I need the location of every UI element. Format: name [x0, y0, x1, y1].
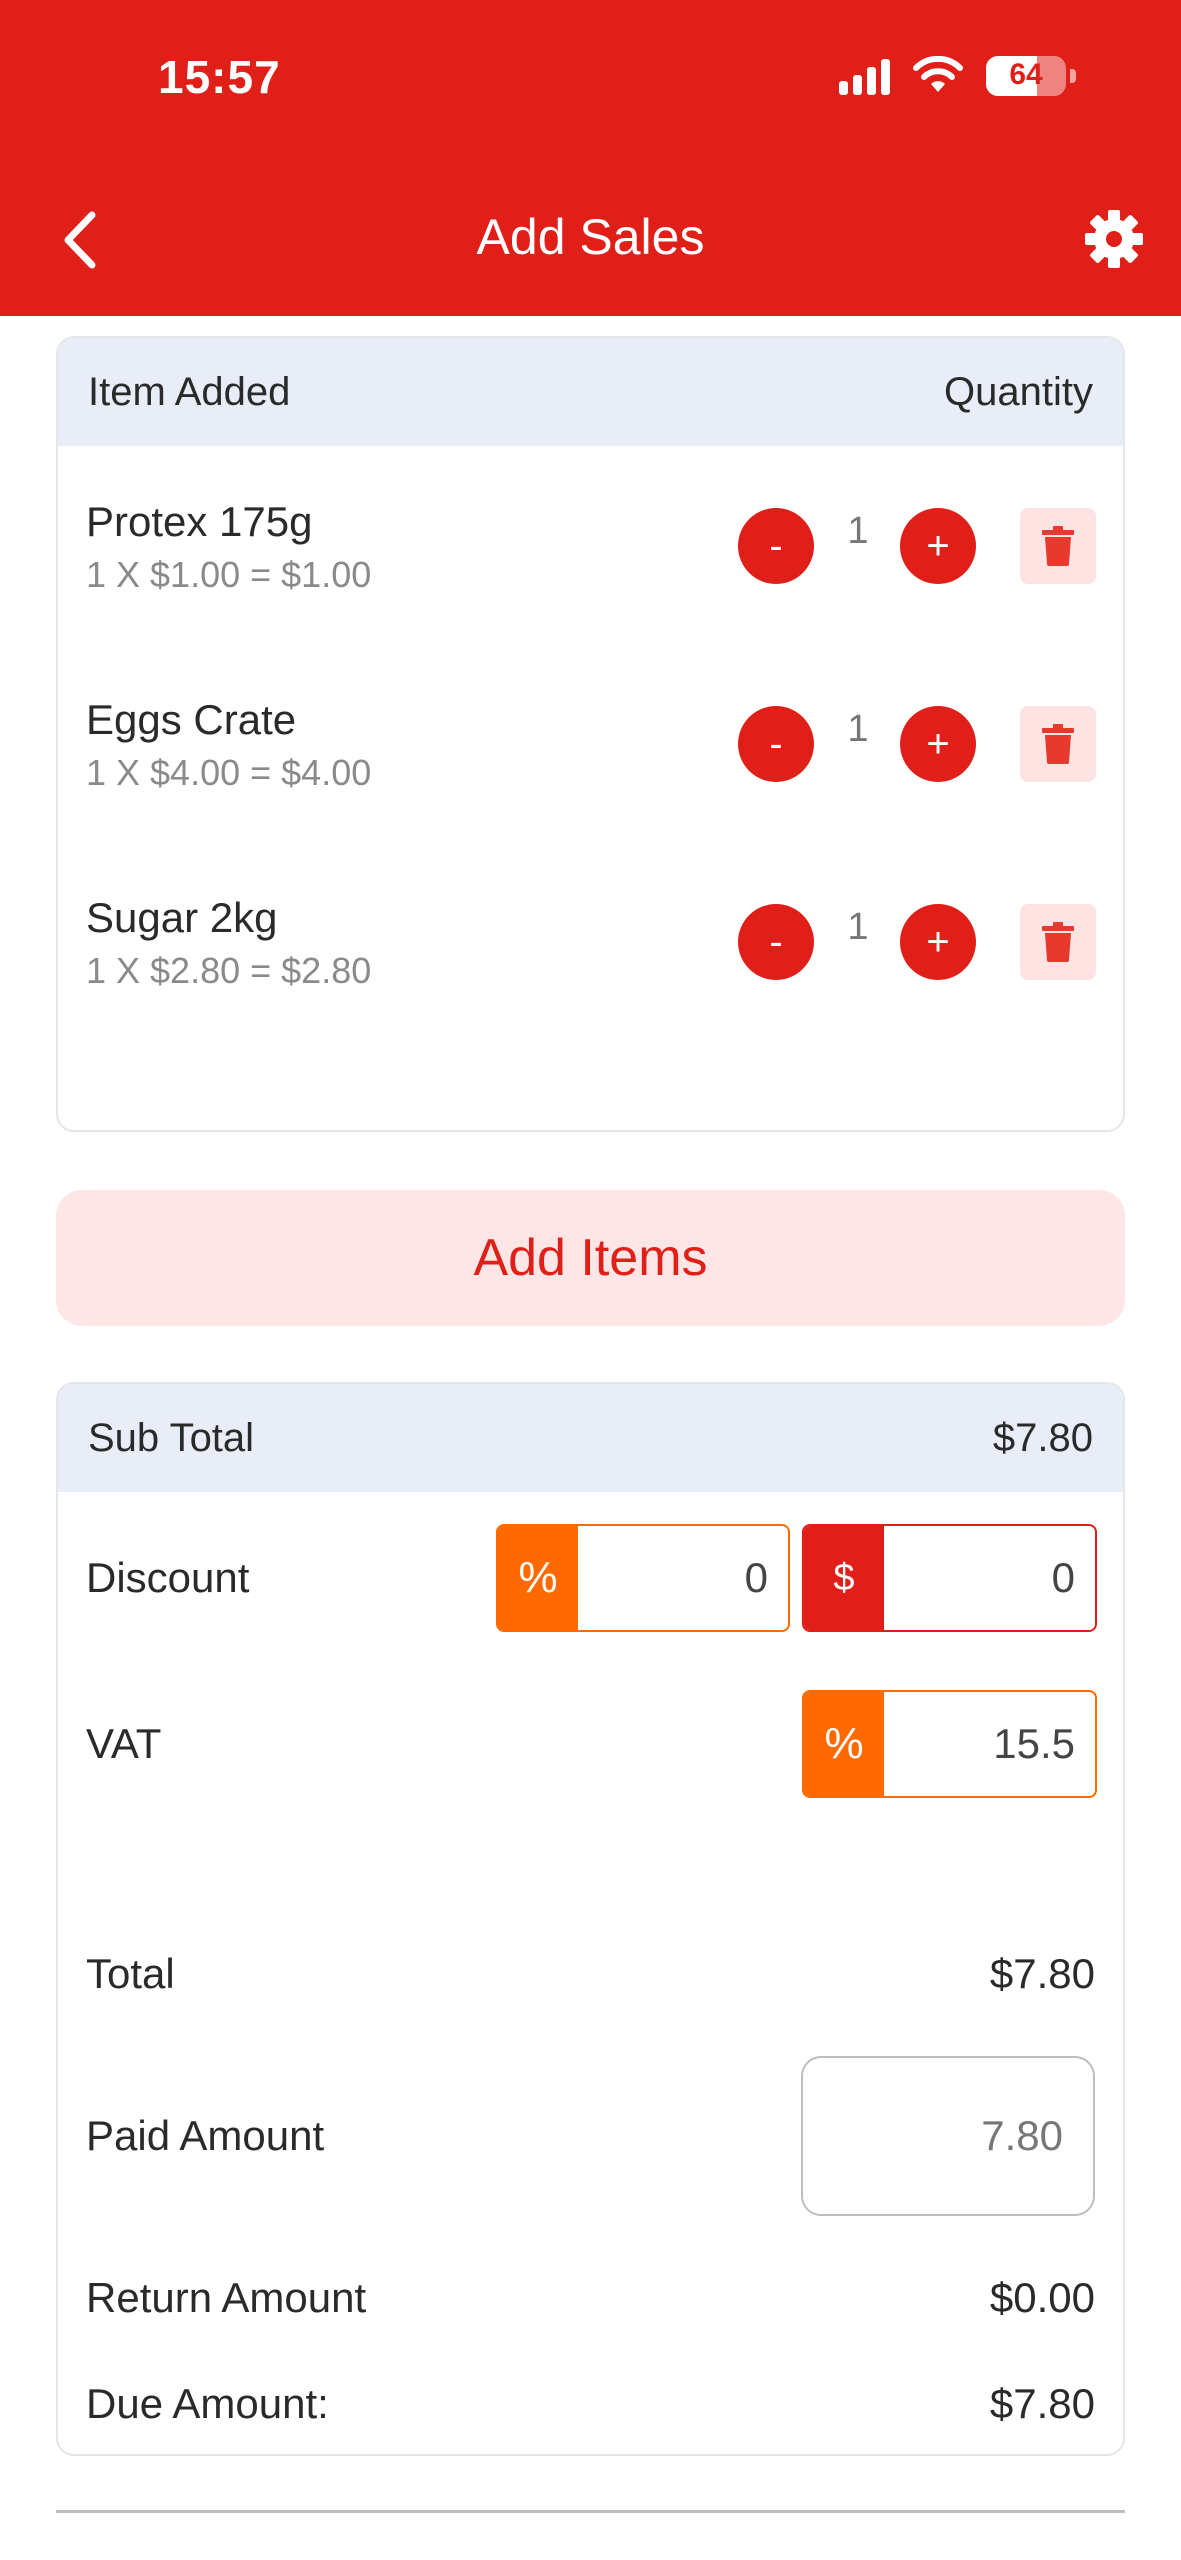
- return-value: $0.00: [989, 2274, 1095, 2321]
- delete-item-button[interactable]: [1020, 508, 1096, 584]
- item-name: Sugar 2kg: [86, 894, 278, 941]
- page-title: Add Sales: [476, 209, 705, 265]
- battery-level: 64: [1009, 58, 1043, 91]
- subtotal-value: $7.80: [992, 1415, 1093, 1460]
- list-item: Eggs Crate 1 X $4.00 = $4.00 - 1 +: [58, 686, 1123, 806]
- total-row: Total $7.80: [86, 1944, 1095, 2004]
- trash-icon: [1042, 922, 1074, 962]
- discount-amount-field[interactable]: $ 0: [802, 1524, 1097, 1632]
- due-label: Due Amount:: [86, 2380, 329, 2427]
- add-items-button[interactable]: Add Items: [56, 1190, 1125, 1326]
- due-value: $7.80: [989, 2380, 1095, 2427]
- item-price-calc: 1 X $4.00 = $4.00: [86, 752, 372, 793]
- increase-qty-button[interactable]: +: [900, 508, 976, 584]
- header-item-added: Item Added: [88, 369, 291, 414]
- total-label: Total: [86, 1950, 175, 1997]
- increase-qty-button[interactable]: +: [900, 706, 976, 782]
- wifi-icon: [913, 56, 963, 92]
- return-label: Return Amount: [86, 2274, 367, 2321]
- total-value: $7.80: [989, 1950, 1095, 1997]
- status-icons: 64: [839, 56, 1076, 96]
- percent-prefix: %: [804, 1692, 884, 1796]
- paid-label: Paid Amount: [86, 2112, 325, 2159]
- subtotal-row: Sub Total $7.80: [58, 1384, 1123, 1492]
- gear-icon: [1085, 210, 1143, 268]
- summary-card: Sub Total $7.80 Discount % 0 $ 0 VAT % 1…: [56, 1382, 1125, 2456]
- discount-percent-field[interactable]: % 0: [496, 1524, 790, 1632]
- vat-label: VAT: [86, 1720, 162, 1767]
- discount-label: Discount: [86, 1554, 250, 1601]
- item-qty: 1: [847, 906, 869, 948]
- divider: [56, 2510, 1125, 2513]
- items-table-header: Item Added Quantity: [58, 338, 1123, 446]
- increase-qty-button[interactable]: +: [900, 904, 976, 980]
- discount-percent-input[interactable]: 0: [578, 1526, 788, 1630]
- delete-item-button[interactable]: [1020, 904, 1096, 980]
- item-qty: 1: [847, 510, 869, 552]
- items-card: Item Added Quantity Protex 175g 1 X $1.0…: [56, 336, 1125, 1132]
- vat-input[interactable]: 15.5: [884, 1692, 1095, 1796]
- item-qty: 1: [847, 708, 869, 750]
- list-item: Sugar 2kg 1 X $2.80 = $2.80 - 1 +: [58, 884, 1123, 1004]
- list-item: Protex 175g 1 X $1.00 = $1.00 - 1 +: [58, 488, 1123, 608]
- signal-icon: [839, 57, 890, 95]
- percent-prefix: %: [498, 1526, 578, 1630]
- item-name: Eggs Crate: [86, 696, 297, 743]
- settings-button[interactable]: [1083, 208, 1145, 270]
- delete-item-button[interactable]: [1020, 706, 1096, 782]
- battery-icon: 64: [986, 56, 1066, 96]
- item-price-calc: 1 X $1.00 = $1.00: [86, 554, 372, 595]
- paid-amount-input[interactable]: 7.80: [801, 2056, 1095, 2216]
- item-price-calc: 1 X $2.80 = $2.80: [86, 950, 372, 991]
- item-name: Protex 175g: [86, 498, 313, 545]
- header-quantity: Quantity: [944, 369, 1093, 414]
- decrease-qty-button[interactable]: -: [738, 904, 814, 980]
- vat-field[interactable]: % 15.5: [802, 1690, 1097, 1798]
- discount-amount-input[interactable]: 0: [884, 1526, 1095, 1630]
- return-row: Return Amount $0.00: [86, 2268, 1095, 2328]
- status-time: 15:57: [158, 51, 281, 103]
- trash-icon: [1042, 724, 1074, 764]
- due-row: Due Amount: $7.80: [86, 2374, 1095, 2434]
- app-header: 15:57 64 Add Sales: [0, 0, 1181, 316]
- dollar-prefix: $: [804, 1526, 884, 1630]
- subtotal-label: Sub Total: [88, 1415, 255, 1460]
- battery-tip: [1070, 69, 1076, 83]
- decrease-qty-button[interactable]: -: [738, 508, 814, 584]
- decrease-qty-button[interactable]: -: [738, 706, 814, 782]
- trash-icon: [1042, 526, 1074, 566]
